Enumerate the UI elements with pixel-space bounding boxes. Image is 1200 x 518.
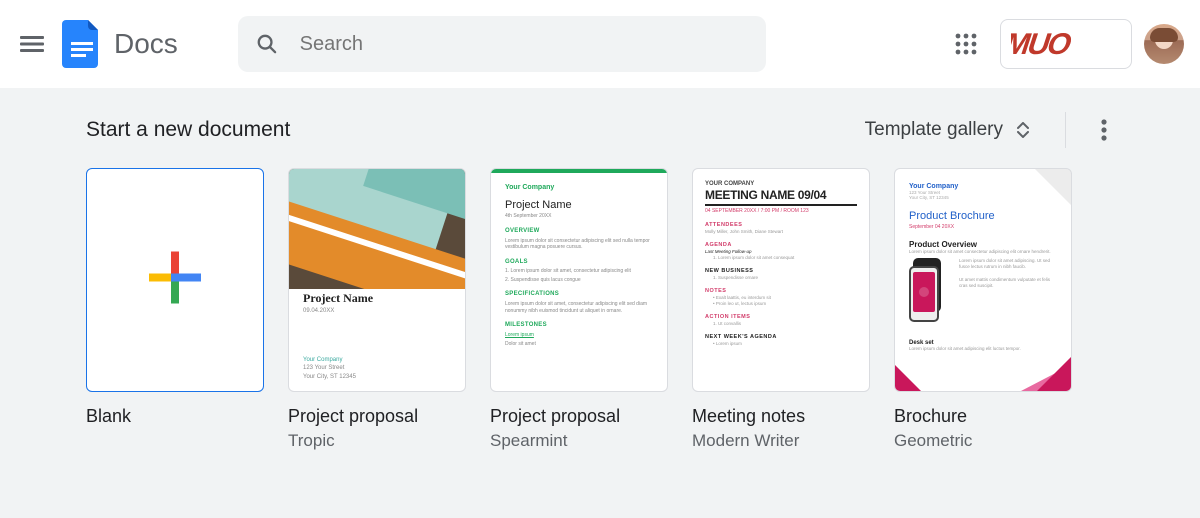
template-card-brochure: Your Company 123 Your StreetYour City, S… xyxy=(894,168,1072,451)
plus-icon xyxy=(147,250,203,311)
search-icon xyxy=(256,32,278,56)
thumb-line: Last Meeting Follow-up xyxy=(705,249,857,254)
template-thumb-blank[interactable] xyxy=(86,168,264,392)
thumb-heading: NEXT WEEK'S AGENDA xyxy=(705,334,857,340)
template-card-spearmint: Your Company Project Name 4th September … xyxy=(490,168,668,451)
template-title: Brochure xyxy=(894,406,1072,427)
thumb-heading: ATTENDEES xyxy=(705,222,857,228)
thumb-footer-line: Your Company xyxy=(303,356,356,364)
template-title: Project proposal xyxy=(288,406,466,427)
template-subtitle: Geometric xyxy=(894,431,1072,451)
thumb-project-name: Project Name xyxy=(303,291,451,306)
more-vert-icon xyxy=(1101,119,1107,141)
thumb-heading: SPECIFICATIONS xyxy=(505,291,653,299)
template-title: Meeting notes xyxy=(692,406,870,427)
thumb-line: Product Brochure xyxy=(909,210,1057,222)
thumb-line: 04 SEPTEMBER 20XX / 7:00 PM / ROOM 123 xyxy=(705,208,857,214)
divider xyxy=(1065,112,1066,148)
thumb-footer-line: 123 Your Street xyxy=(303,364,356,372)
thumb-line: Project Name xyxy=(505,198,653,212)
svg-text:MUO: MUO xyxy=(1011,27,1076,61)
app-header: Docs MUO xyxy=(0,0,1200,88)
search-bar[interactable] xyxy=(238,16,766,72)
main-menu-button[interactable] xyxy=(8,20,56,68)
thumb-line: 4th September 20XX xyxy=(505,213,653,220)
template-subtitle: Tropic xyxy=(288,431,466,451)
thumb-date: 09.04.20XX xyxy=(303,308,451,314)
thumb-line: MEETING NAME 09/04 xyxy=(705,188,857,206)
section-title: Start a new document xyxy=(86,118,290,142)
app-name: Docs xyxy=(114,28,178,60)
thumb-line: Your Company xyxy=(909,183,1057,190)
more-options-button[interactable] xyxy=(1084,110,1124,150)
thumb-line: Product Overview xyxy=(909,240,1057,249)
thumb-line: Lorem ipsum xyxy=(505,332,653,339)
brand-pill[interactable]: MUO xyxy=(1000,19,1132,69)
docs-icon xyxy=(62,20,102,68)
template-thumb-brochure[interactable]: Your Company 123 Your StreetYour City, S… xyxy=(894,168,1072,392)
template-card-blank: Blank xyxy=(86,168,264,451)
template-title: Project proposal xyxy=(490,406,668,427)
thumb-heading: ACTION ITEMS xyxy=(705,314,857,320)
thumb-line: September 04 20XX xyxy=(909,224,1057,230)
template-title: Blank xyxy=(86,406,264,427)
hamburger-icon xyxy=(20,32,44,56)
template-card-tropic: Project Name 09.04.20XX Your Company 123… xyxy=(288,168,466,451)
unfold-icon xyxy=(1013,122,1033,138)
templates-header: Start a new document Template gallery xyxy=(86,110,1164,150)
thumb-heading: AGENDA xyxy=(705,242,857,248)
template-thumb-spearmint[interactable]: Your Company Project Name 4th September … xyxy=(490,168,668,392)
template-thumb-tropic[interactable]: Project Name 09.04.20XX Your Company 123… xyxy=(288,168,466,392)
template-cards: Blank Project Name 09.04.20XX Your Compa… xyxy=(86,168,1164,451)
thumb-heading: MILESTONES xyxy=(505,322,653,330)
thumb-line: YOUR COMPANY xyxy=(705,181,857,187)
thumb-heading: NEW BUSINESS xyxy=(705,268,857,274)
apps-grid-icon xyxy=(955,33,977,55)
gallery-controls: Template gallery xyxy=(865,110,1124,150)
search-input[interactable] xyxy=(300,33,748,56)
google-apps-button[interactable] xyxy=(942,20,990,68)
template-gallery-label: Template gallery xyxy=(865,119,1003,141)
template-subtitle: Modern Writer xyxy=(692,431,870,451)
thumb-heading: GOALS xyxy=(505,259,653,267)
template-thumb-meeting[interactable]: YOUR COMPANY MEETING NAME 09/04 04 SEPTE… xyxy=(692,168,870,392)
thumb-heading: OVERVIEW xyxy=(505,228,653,236)
template-card-meeting: YOUR COMPANY MEETING NAME 09/04 04 SEPTE… xyxy=(692,168,870,451)
template-subtitle: Spearmint xyxy=(490,431,668,451)
thumb-footer-line: Your City, ST 12345 xyxy=(303,373,356,381)
templates-section: Start a new document Template gallery xyxy=(0,88,1200,518)
template-gallery-button[interactable]: Template gallery xyxy=(865,119,1047,141)
account-avatar[interactable] xyxy=(1144,24,1184,64)
app-logo[interactable]: Docs xyxy=(62,20,178,68)
muo-logo-icon: MUO xyxy=(1011,27,1121,61)
thumb-heading: NOTES xyxy=(705,288,857,294)
thumb-line: Your Company xyxy=(505,183,653,192)
